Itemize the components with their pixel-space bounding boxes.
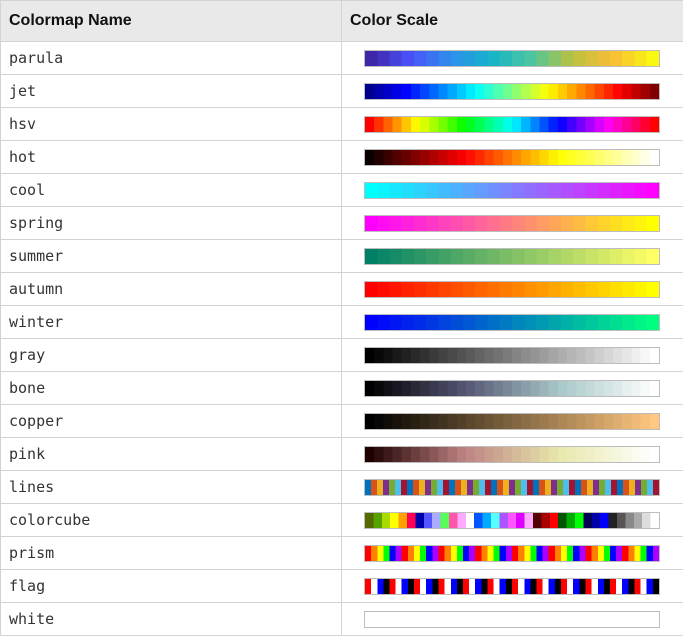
color-scale-cell xyxy=(341,536,683,570)
color-scale-cell xyxy=(341,569,683,603)
bone-colorbar-icon xyxy=(364,379,660,397)
colorcube-colorbar-icon xyxy=(364,511,660,529)
table-row: colorcube xyxy=(0,503,683,537)
copper-colorbar-icon xyxy=(364,412,660,430)
color-scale-cell xyxy=(341,239,683,273)
table-row: gray xyxy=(0,338,683,372)
colormap-name-cell: parula xyxy=(0,41,342,75)
table-row: cool xyxy=(0,173,683,207)
table-row: autumn xyxy=(0,272,683,306)
lines-colorbar-icon xyxy=(364,478,660,496)
table-row: pink xyxy=(0,437,683,471)
table-row: parula xyxy=(0,41,683,75)
color-scale-header: Color Scale xyxy=(341,0,683,42)
table-row: winter xyxy=(0,305,683,339)
white-colorbar-icon xyxy=(364,610,660,628)
color-scale-cell xyxy=(341,173,683,207)
color-scale-cell xyxy=(341,503,683,537)
table-row: hot xyxy=(0,140,683,174)
color-scale-cell xyxy=(341,470,683,504)
colormap-name-cell: gray xyxy=(0,338,342,372)
color-scale-cell xyxy=(341,371,683,405)
color-scale-cell xyxy=(341,272,683,306)
colormap-name-cell: lines xyxy=(0,470,342,504)
table-row: flag xyxy=(0,569,683,603)
gray-colorbar-icon xyxy=(364,346,660,364)
spring-colorbar-icon xyxy=(364,214,660,232)
jet-colorbar-icon xyxy=(364,82,660,100)
cool-colorbar-icon xyxy=(364,181,660,199)
colormap-name-cell: white xyxy=(0,602,342,636)
table-row: summer xyxy=(0,239,683,273)
colormap-name-cell: pink xyxy=(0,437,342,471)
table-row: copper xyxy=(0,404,683,438)
colormap-name-cell: colorcube xyxy=(0,503,342,537)
color-scale-cell xyxy=(341,338,683,372)
hot-colorbar-icon xyxy=(364,148,660,166)
color-scale-cell xyxy=(341,41,683,75)
table-row: spring xyxy=(0,206,683,240)
colormap-name-cell: winter xyxy=(0,305,342,339)
color-scale-cell xyxy=(341,206,683,240)
color-scale-cell xyxy=(341,305,683,339)
table-header-row: Colormap Name Color Scale xyxy=(0,0,683,42)
colormap-name-cell: summer xyxy=(0,239,342,273)
colormap-name-cell: hot xyxy=(0,140,342,174)
table-row: prism xyxy=(0,536,683,570)
table-row: hsv xyxy=(0,107,683,141)
color-scale-cell xyxy=(341,107,683,141)
colormap-name-cell: spring xyxy=(0,206,342,240)
prism-colorbar-icon xyxy=(364,544,660,562)
summer-colorbar-icon xyxy=(364,247,660,265)
colormap-name-header: Colormap Name xyxy=(0,0,342,42)
pink-colorbar-icon xyxy=(364,445,660,463)
table-row: lines xyxy=(0,470,683,504)
colormap-name-cell: jet xyxy=(0,74,342,108)
colormap-name-cell: copper xyxy=(0,404,342,438)
table-row: jet xyxy=(0,74,683,108)
table-row: white xyxy=(0,602,683,636)
autumn-colorbar-icon xyxy=(364,280,660,298)
parula-colorbar-icon xyxy=(364,49,660,67)
colormap-name-cell: prism xyxy=(0,536,342,570)
colormap-name-cell: autumn xyxy=(0,272,342,306)
colormap-name-cell: hsv xyxy=(0,107,342,141)
table-row: bone xyxy=(0,371,683,405)
color-scale-cell xyxy=(341,404,683,438)
colormap-name-cell: cool xyxy=(0,173,342,207)
colormap-table: Colormap Name Color Scale parula jet hsv ho… xyxy=(0,0,683,636)
colormap-name-cell: flag xyxy=(0,569,342,603)
colormap-name-cell: bone xyxy=(0,371,342,405)
hsv-colorbar-icon xyxy=(364,115,660,133)
color-scale-cell xyxy=(341,437,683,471)
winter-colorbar-icon xyxy=(364,313,660,331)
color-scale-cell xyxy=(341,602,683,636)
flag-colorbar-icon xyxy=(364,577,660,595)
color-scale-cell xyxy=(341,140,683,174)
color-scale-cell xyxy=(341,74,683,108)
